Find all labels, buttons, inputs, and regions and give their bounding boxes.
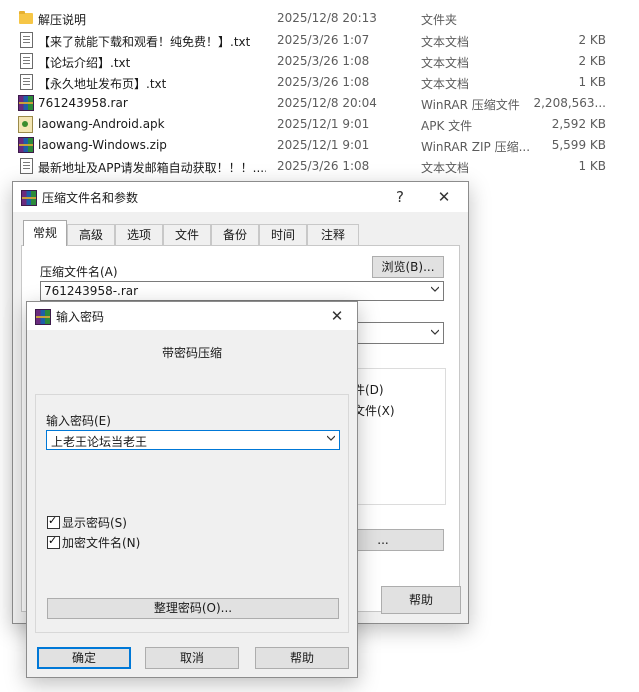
dialog-heading: 带密码压缩: [161, 346, 222, 360]
file-type: WinRAR ZIP 压缩...: [421, 140, 529, 154]
password-input[interactable]: 上老王论坛当老王: [46, 430, 340, 450]
file-date: 2025/3/26 1:08: [277, 159, 370, 173]
file-name: 解压说明: [38, 13, 87, 27]
file-row[interactable]: 最新地址及APP请发邮箱自动获取！！！.... 2025/3/26 1:08 文…: [0, 156, 639, 177]
file-type: 文本文档: [421, 56, 470, 70]
text-document-icon: [20, 74, 33, 90]
archive-name-combobox[interactable]: 761243958-.rar: [40, 281, 444, 301]
file-size: 1 KB: [578, 75, 606, 89]
file-name: laowang-Android.apk: [38, 117, 165, 131]
folder-icon: [19, 11, 33, 24]
file-name: 最新地址及APP请发邮箱自动获取！！！....: [38, 161, 266, 175]
file-size: 2,208,563...: [533, 96, 606, 110]
file-date: 2025/3/26 1:07: [277, 33, 370, 47]
show-password-label[interactable]: 显示密码(S): [62, 514, 127, 531]
file-name: 【永久地址发布页】.txt: [38, 77, 167, 91]
file-date: 2025/3/26 1:08: [277, 54, 370, 68]
rar-archive-icon: [18, 95, 34, 111]
file-type: 文本文档: [421, 35, 470, 49]
text-document-icon: [20, 32, 33, 48]
file-type: 文本文档: [421, 77, 470, 91]
dialog-title: 压缩文件名和参数: [42, 191, 139, 205]
chevron-down-icon: [327, 435, 335, 441]
file-row[interactable]: 【来了就能下载和观看！纯免费！】.txt 2025/3/26 1:07 文本文档…: [0, 30, 639, 51]
file-row[interactable]: 解压说明 2025/12/8 20:13 文件夹: [0, 8, 639, 29]
file-size: 5,599 KB: [551, 138, 606, 152]
help-icon[interactable]: ?: [380, 182, 420, 212]
tab-strip: 常规 高级 选项 文件 备份 时间 注释: [21, 220, 460, 246]
file-size: 1 KB: [578, 159, 606, 173]
enter-password-dialog: 输入密码 ✕ 带密码压缩 输入密码(E) 上老王论坛当老王 显示密码(S) 加密…: [26, 301, 358, 678]
close-icon[interactable]: ✕: [317, 302, 357, 330]
password-value: 上老王论坛当老王: [51, 435, 148, 449]
file-row[interactable]: laowang-Windows.zip 2025/12/1 9:01 WinRA…: [0, 135, 639, 156]
file-date: 2025/12/8 20:13: [277, 11, 377, 25]
apk-file-icon: [18, 116, 33, 133]
file-row[interactable]: 【永久地址发布页】.txt 2025/3/26 1:08 文本文档 1 KB: [0, 72, 639, 93]
file-size: 2,592 KB: [551, 117, 606, 131]
file-type: 文件夹: [421, 13, 458, 27]
archive-name-value: 761243958-.rar: [44, 284, 139, 298]
winrar-logo-icon: [35, 309, 51, 325]
file-size: 2 KB: [578, 54, 606, 68]
file-type: WinRAR 压缩文件: [421, 98, 520, 112]
zip-archive-icon: [18, 137, 34, 153]
file-date: 2025/12/1 9:01: [277, 138, 370, 152]
file-name: 【论坛介绍】.txt: [38, 56, 131, 70]
file-type: APK 文件: [421, 119, 473, 133]
text-document-icon: [20, 53, 33, 69]
file-type: 文本文档: [421, 161, 470, 175]
encrypt-filenames-checkbox[interactable]: [47, 534, 60, 549]
tab-options[interactable]: 选项: [115, 224, 163, 245]
tab-files[interactable]: 文件: [163, 224, 211, 245]
title-bar[interactable]: 输入密码 ✕: [27, 302, 357, 330]
text-document-icon: [20, 158, 33, 174]
file-row[interactable]: 761243958.rar 2025/12/8 20:04 WinRAR 压缩文…: [0, 93, 639, 114]
tab-backup[interactable]: 备份: [211, 224, 259, 245]
chevron-down-icon: [431, 329, 439, 335]
password-group: 输入密码(E) 上老王论坛当老王 显示密码(S) 加密文件名(N) 整理密码(O…: [35, 394, 349, 633]
winrar-logo-icon: [21, 190, 37, 206]
encrypt-filenames-label[interactable]: 加密文件名(N): [62, 534, 140, 551]
file-name: 【来了就能下载和观看！纯免费！】.txt: [38, 35, 251, 49]
file-date: 2025/12/8 20:04: [277, 96, 377, 110]
dialog-title: 输入密码: [56, 310, 105, 324]
title-bar[interactable]: 压缩文件名和参数 ? ✕: [13, 182, 468, 212]
cancel-button[interactable]: 取消: [145, 647, 239, 669]
ok-button[interactable]: 确定: [37, 647, 131, 669]
close-icon[interactable]: ✕: [424, 182, 464, 212]
help-button[interactable]: 帮助: [255, 647, 349, 669]
file-list: 解压说明 2025/12/8 20:13 文件夹 【来了就能下载和观看！纯免费！…: [0, 0, 639, 180]
option-label[interactable]: 文件(X): [353, 402, 395, 419]
password-label: 输入密码(E): [46, 414, 111, 428]
tab-advanced[interactable]: 高级: [67, 224, 115, 245]
file-date: 2025/3/26 1:08: [277, 75, 370, 89]
archive-name-label: 压缩文件名(A): [40, 265, 118, 279]
tab-comment[interactable]: 注释: [307, 224, 359, 245]
file-name: laowang-Windows.zip: [38, 138, 167, 152]
file-row[interactable]: 【论坛介绍】.txt 2025/3/26 1:08 文本文档 2 KB: [0, 51, 639, 72]
file-size: 2 KB: [578, 33, 606, 47]
file-row[interactable]: laowang-Android.apk 2025/12/1 9:01 APK 文…: [0, 114, 639, 135]
tab-time[interactable]: 时间: [259, 224, 307, 245]
file-name: 761243958.rar: [38, 96, 128, 110]
tab-general[interactable]: 常规: [23, 220, 67, 246]
chevron-down-icon: [431, 286, 439, 292]
help-button[interactable]: 帮助: [381, 586, 461, 614]
browse-button[interactable]: 浏览(B)...: [372, 256, 444, 278]
organize-passwords-button[interactable]: 整理密码(O)...: [47, 598, 339, 619]
show-password-checkbox[interactable]: [47, 514, 60, 529]
file-date: 2025/12/1 9:01: [277, 117, 370, 131]
